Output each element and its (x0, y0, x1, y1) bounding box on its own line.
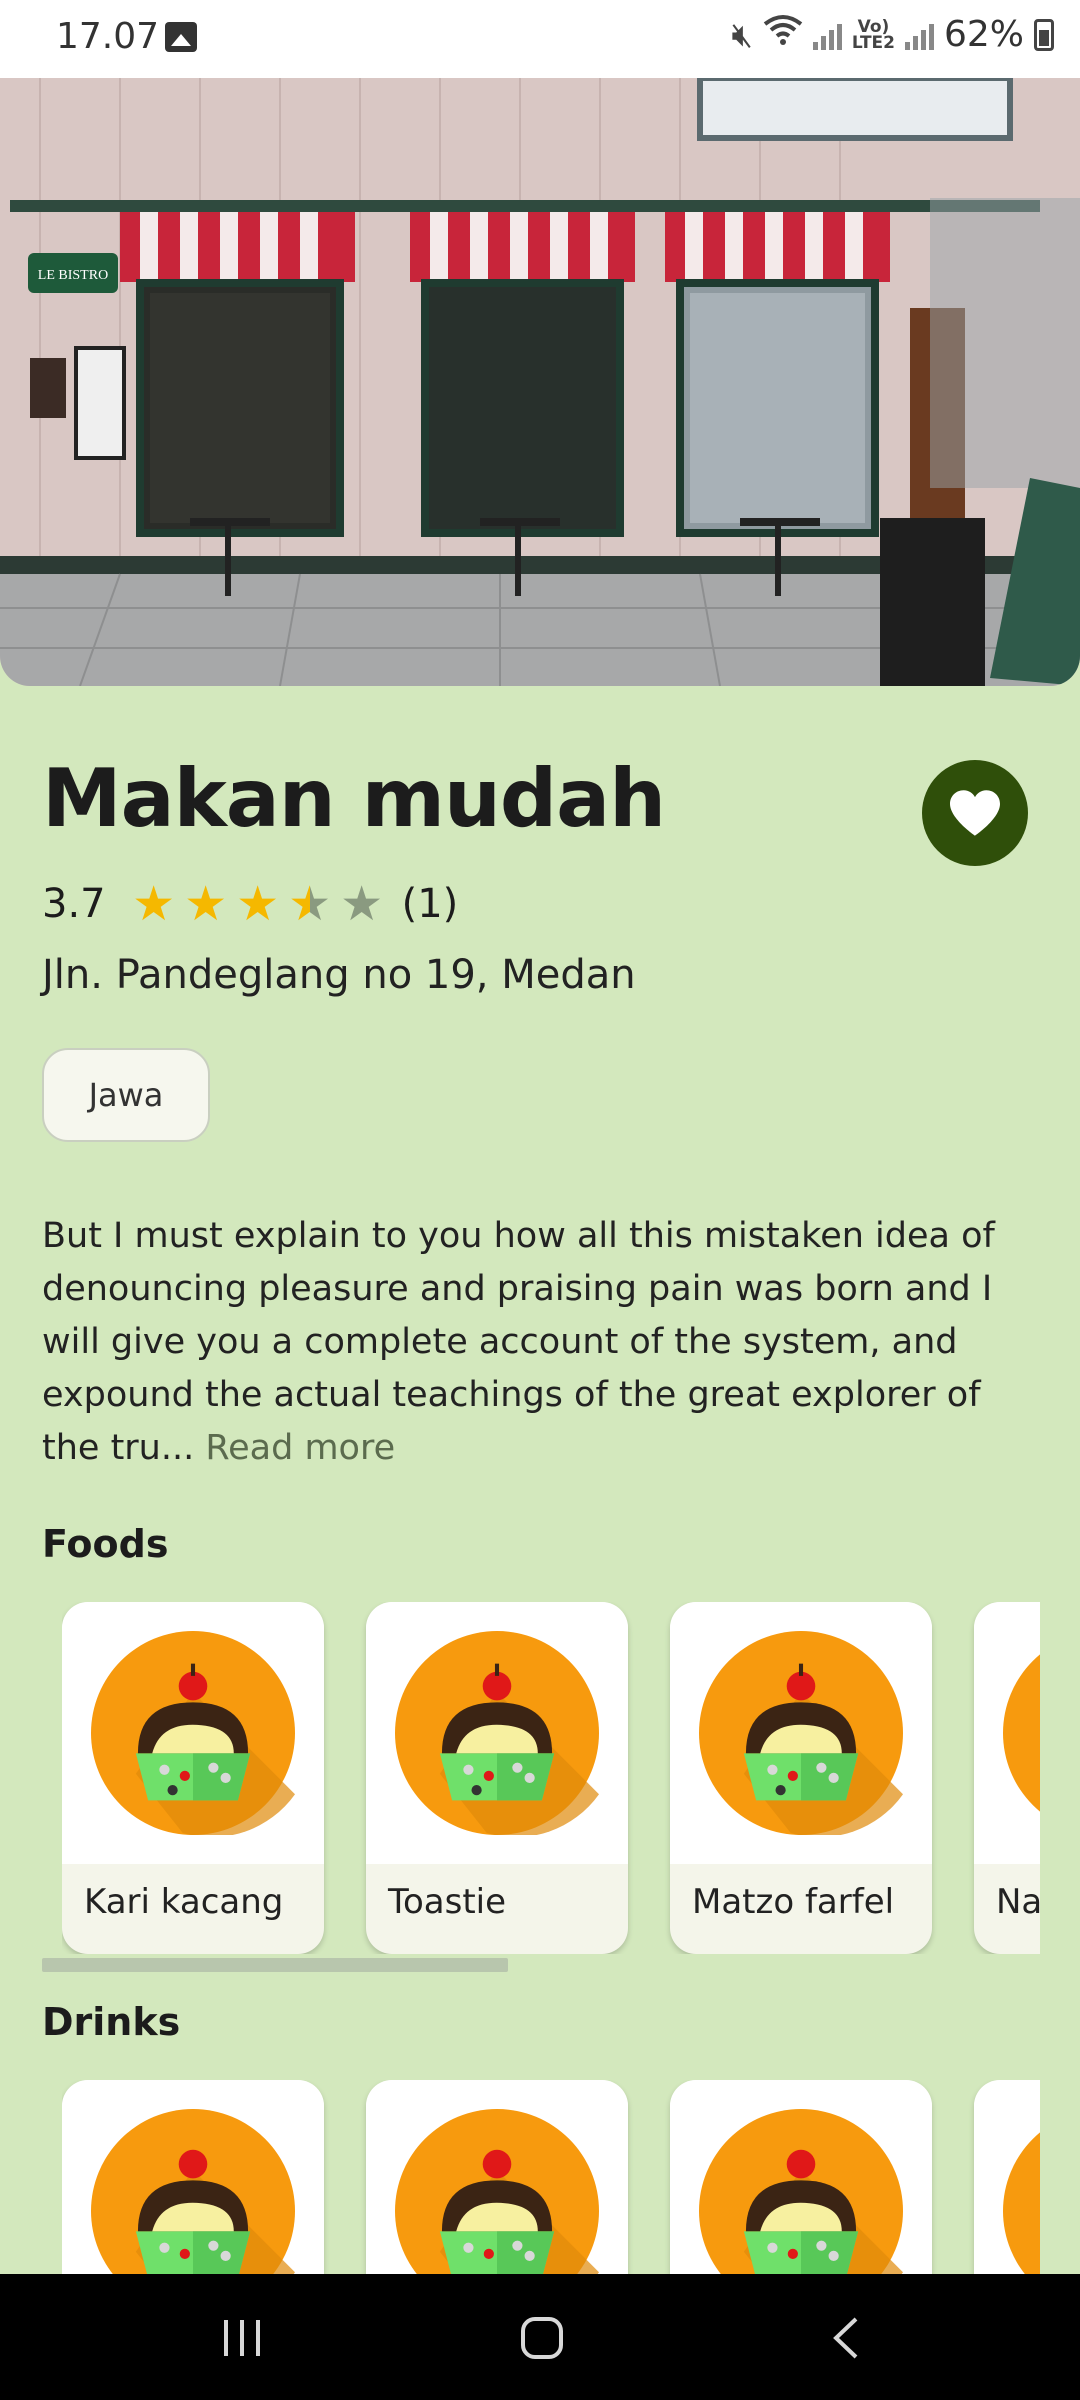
food-name: Kari kacang (84, 1882, 284, 1922)
signal-icon (812, 20, 842, 50)
drink-image (670, 2080, 932, 2274)
star-icon: ★ (236, 876, 280, 932)
drink-card[interactable] (62, 2080, 324, 2274)
food-card[interactable]: Kari kacang (62, 1602, 324, 1954)
cupcake-icon (699, 2109, 903, 2274)
signal-icon-2 (904, 20, 934, 50)
recent-apps-icon[interactable] (220, 2318, 264, 2358)
address: Jln. Pandeglang no 19, Medan (42, 952, 636, 998)
wifi-icon (763, 14, 803, 55)
drinks-list[interactable] (62, 2080, 1040, 2274)
rating-row: 3.7 ★ ★ ★ ★ ★ (1) (42, 878, 458, 930)
status-bar: 17.07 🔇︎ Vo) LTE2 62% (0, 0, 1080, 78)
category-chip[interactable]: Jawa (42, 1048, 210, 1142)
drink-image (62, 2080, 324, 2274)
status-time: 17.07 (56, 16, 160, 57)
foods-title: Foods (42, 1522, 169, 1566)
rating-value: 3.7 (42, 881, 106, 927)
star-icon: ★ (132, 876, 176, 932)
star-empty-icon: ★ (340, 876, 384, 932)
description-text: But I must explain to you how all this m… (42, 1216, 995, 1468)
food-card[interactable]: Na (974, 1602, 1040, 1954)
cupcake-icon (699, 1631, 903, 1835)
favorite-button[interactable] (922, 760, 1028, 866)
food-image (670, 1602, 932, 1864)
food-image (366, 1602, 628, 1864)
food-card[interactable]: Toastie (366, 1602, 628, 1954)
back-icon[interactable] (830, 2316, 860, 2360)
drinks-title: Drinks (42, 2000, 181, 2044)
food-image (62, 1602, 324, 1864)
food-name: Matzo farfel (692, 1882, 895, 1922)
restaurant-image: LE BISTRO (0, 78, 1080, 686)
foods-scrollbar[interactable] (42, 1958, 508, 1972)
cupcake-icon (395, 1631, 599, 1835)
battery-percent: 62% (943, 14, 1024, 55)
home-icon[interactable] (520, 2316, 564, 2360)
drink-image (974, 2080, 1040, 2274)
cupcake-icon (395, 2109, 599, 2274)
system-nav-bar (0, 2274, 1080, 2400)
mute-icon: 🔇︎ (731, 14, 753, 55)
bistro-sign: LE BISTRO (38, 268, 108, 283)
network-label: Vo) LTE2 (851, 16, 895, 53)
description: But I must explain to you how all this m… (42, 1210, 1042, 1475)
page-title: Makan mudah (42, 752, 666, 845)
food-name: Na (996, 1882, 1040, 1922)
cupcake-icon (91, 1631, 295, 1835)
food-name: Toastie (388, 1882, 507, 1922)
food-card[interactable]: Matzo farfel (670, 1602, 932, 1954)
read-more-link[interactable]: Read more (205, 1428, 395, 1468)
drink-card[interactable] (366, 2080, 628, 2274)
star-rating: ★ ★ ★ ★ ★ (128, 878, 388, 930)
cupcake-icon (1003, 2132, 1040, 2274)
drink-image (366, 2080, 628, 2274)
foods-list[interactable]: Kari kacang Toastie Matzo farfel Na (62, 1602, 1040, 1954)
cupcake-icon (91, 2109, 295, 2274)
star-icon: ★ (184, 876, 228, 932)
review-count: (1) (401, 881, 459, 927)
drink-card[interactable] (974, 2080, 1040, 2274)
heart-icon (950, 790, 1000, 836)
food-image (974, 1602, 1040, 1864)
battery-icon (1034, 18, 1054, 51)
cupcake-icon (1003, 1654, 1040, 1812)
drink-card[interactable] (670, 2080, 932, 2274)
star-half-icon: ★ (284, 878, 336, 930)
gallery-icon (165, 22, 197, 52)
